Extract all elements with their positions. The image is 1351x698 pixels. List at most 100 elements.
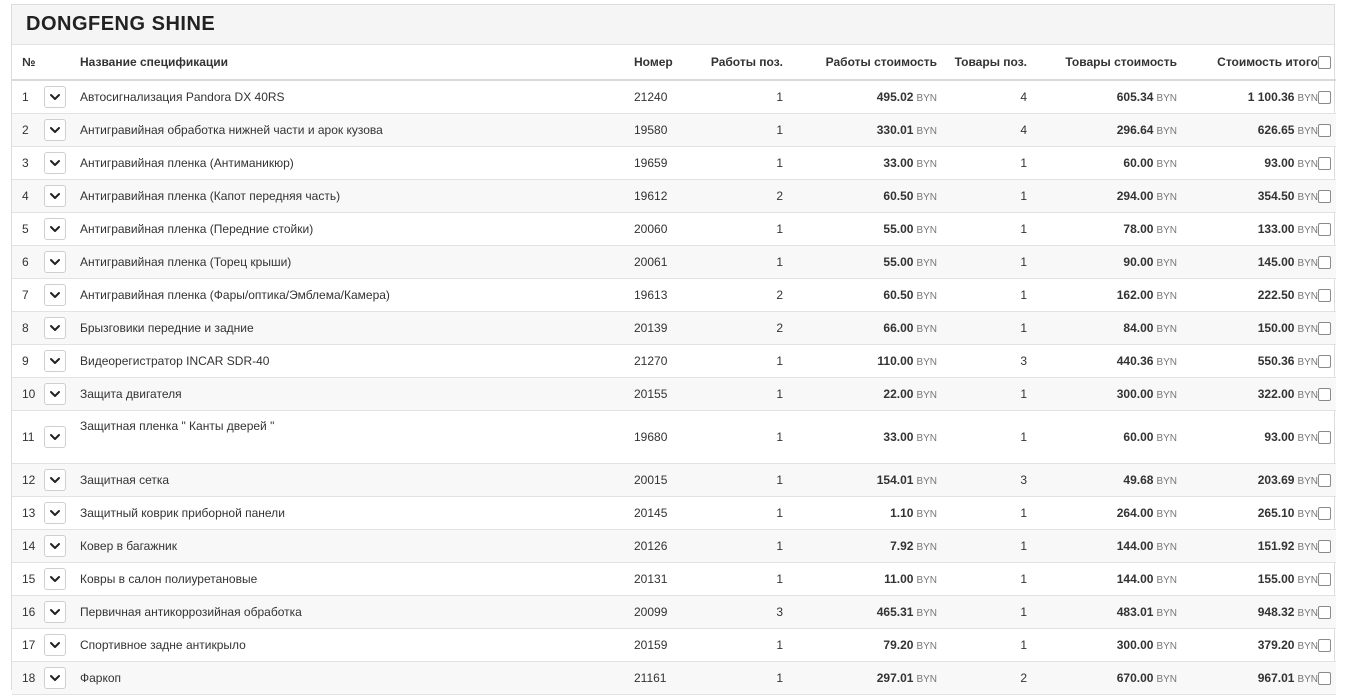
expand-button[interactable] xyxy=(44,185,66,207)
table-row: 1 Автосигнализация Pandora DX 40RS 21240… xyxy=(12,80,1336,114)
currency-label: BYN xyxy=(916,225,937,236)
spec-panel: DONGFENG SHINE № Название спецификации Н… xyxy=(11,4,1336,695)
work-cost-value: 55.00 xyxy=(883,222,914,236)
row-checkbox-cell xyxy=(1318,278,1336,312)
work-qty: 2 xyxy=(687,278,783,312)
expand-button[interactable] xyxy=(44,568,66,590)
expand-button[interactable] xyxy=(44,119,66,141)
spec-name: Защитный коврик приборной панели xyxy=(80,496,632,530)
row-number: 18 xyxy=(12,661,44,695)
col-total-header[interactable]: Стоимость итого xyxy=(1177,45,1318,81)
goods-cost-value: 483.01 xyxy=(1116,605,1154,619)
expand-button[interactable] xyxy=(44,284,66,306)
select-all-checkbox[interactable] xyxy=(1318,56,1331,70)
goods-cost-value: 78.00 xyxy=(1123,222,1154,236)
total-cost: 1 100.36 BYN xyxy=(1177,80,1318,114)
row-checkbox[interactable] xyxy=(1318,355,1331,369)
row-checkbox[interactable] xyxy=(1318,507,1331,521)
row-checkbox[interactable] xyxy=(1318,223,1331,237)
row-checkbox[interactable] xyxy=(1318,672,1331,686)
row-checkbox-cell xyxy=(1318,496,1336,530)
work-cost-value: 79.20 xyxy=(883,638,914,652)
currency-label: BYN xyxy=(1156,258,1177,269)
work-qty: 1 xyxy=(687,344,783,378)
work-qty: 3 xyxy=(687,595,783,629)
row-checkbox[interactable] xyxy=(1318,540,1331,554)
expand-button[interactable] xyxy=(44,667,66,689)
work-qty: 1 xyxy=(687,377,783,411)
col-goods-qty-header[interactable]: Товары поз. xyxy=(937,45,1027,81)
expand-button[interactable] xyxy=(44,502,66,524)
spec-name: Брызговики передние и задние xyxy=(80,311,632,345)
row-checkbox[interactable] xyxy=(1318,322,1331,336)
row-checkbox[interactable] xyxy=(1318,474,1331,488)
col-goods-cost-header[interactable]: Товары стоимость xyxy=(1027,45,1177,81)
goods-cost: 162.00 BYN xyxy=(1027,278,1177,312)
work-cost-value: 66.00 xyxy=(883,321,914,335)
col-work-qty-header[interactable]: Работы поз. xyxy=(687,45,783,81)
expand-cell xyxy=(44,113,80,147)
expand-button[interactable] xyxy=(44,86,66,108)
expand-button[interactable] xyxy=(44,350,66,372)
spec-name: Антигравийная пленка (Капот передняя час… xyxy=(80,179,632,213)
row-number: 6 xyxy=(12,245,44,279)
expand-button[interactable] xyxy=(44,251,66,273)
spec-code: 20015 xyxy=(632,463,687,497)
spec-code: 19612 xyxy=(632,179,687,213)
row-checkbox[interactable] xyxy=(1318,573,1331,587)
table-row: 10 Защита двигателя 20155 1 22.00 BYN 1 3… xyxy=(12,377,1336,411)
row-checkbox[interactable] xyxy=(1318,289,1331,303)
row-checkbox[interactable] xyxy=(1318,256,1331,270)
work-cost-value: 154.01 xyxy=(876,473,914,487)
row-checkbox[interactable] xyxy=(1318,388,1331,402)
currency-label: BYN xyxy=(916,291,937,302)
row-checkbox[interactable] xyxy=(1318,639,1331,653)
total-cost: 93.00 BYN xyxy=(1177,410,1318,464)
work-cost: 55.00 BYN xyxy=(783,212,937,246)
expand-button[interactable] xyxy=(44,601,66,623)
expand-button[interactable] xyxy=(44,317,66,339)
expand-cell xyxy=(44,562,80,596)
expand-button[interactable] xyxy=(44,535,66,557)
expand-button[interactable] xyxy=(44,469,66,491)
row-checkbox-cell xyxy=(1318,179,1336,213)
goods-cost: 264.00 BYN xyxy=(1027,496,1177,530)
col-work-cost-header[interactable]: Работы стоимость xyxy=(783,45,937,81)
expand-cell xyxy=(44,344,80,378)
select-all-checkbox-cell xyxy=(1318,45,1336,81)
expand-button[interactable] xyxy=(44,634,66,656)
expand-button[interactable] xyxy=(44,426,66,448)
total-cost-value: 1 100.36 xyxy=(1247,90,1295,104)
expand-button[interactable] xyxy=(44,218,66,240)
work-cost: 7.92 BYN xyxy=(783,529,937,563)
row-checkbox[interactable] xyxy=(1318,190,1331,204)
col-name-header[interactable]: Название спецификации xyxy=(80,45,632,81)
row-checkbox-cell xyxy=(1318,146,1336,180)
currency-label: BYN xyxy=(1297,608,1318,619)
total-cost: 203.69 BYN xyxy=(1177,463,1318,497)
expand-button[interactable] xyxy=(44,152,66,174)
goods-cost: 300.00 BYN xyxy=(1027,628,1177,662)
row-checkbox[interactable] xyxy=(1318,91,1331,105)
row-checkbox[interactable] xyxy=(1318,431,1331,445)
work-cost: 33.00 BYN xyxy=(783,410,937,464)
work-cost: 11.00 BYN xyxy=(783,562,937,596)
row-checkbox[interactable] xyxy=(1318,157,1331,171)
spec-name: Защитная сетка xyxy=(80,463,632,497)
work-cost-value: 55.00 xyxy=(883,255,914,269)
row-checkbox[interactable] xyxy=(1318,124,1331,138)
currency-label: BYN xyxy=(1297,258,1318,269)
currency-label: BYN xyxy=(1156,608,1177,619)
work-cost-value: 1.10 xyxy=(890,506,914,520)
col-code-header[interactable]: Номер xyxy=(632,45,687,81)
work-cost-value: 22.00 xyxy=(883,387,914,401)
page-title: DONGFENG SHINE xyxy=(12,5,1334,45)
expand-cell xyxy=(44,628,80,662)
table-row: 16 Первичная антикоррозийная обработка 2… xyxy=(12,595,1336,629)
expand-button[interactable] xyxy=(44,383,66,405)
goods-cost-value: 162.00 xyxy=(1116,288,1154,302)
currency-label: BYN xyxy=(916,433,937,444)
work-cost: 465.31 BYN xyxy=(783,595,937,629)
work-cost: 79.20 BYN xyxy=(783,628,937,662)
row-checkbox[interactable] xyxy=(1318,606,1331,620)
